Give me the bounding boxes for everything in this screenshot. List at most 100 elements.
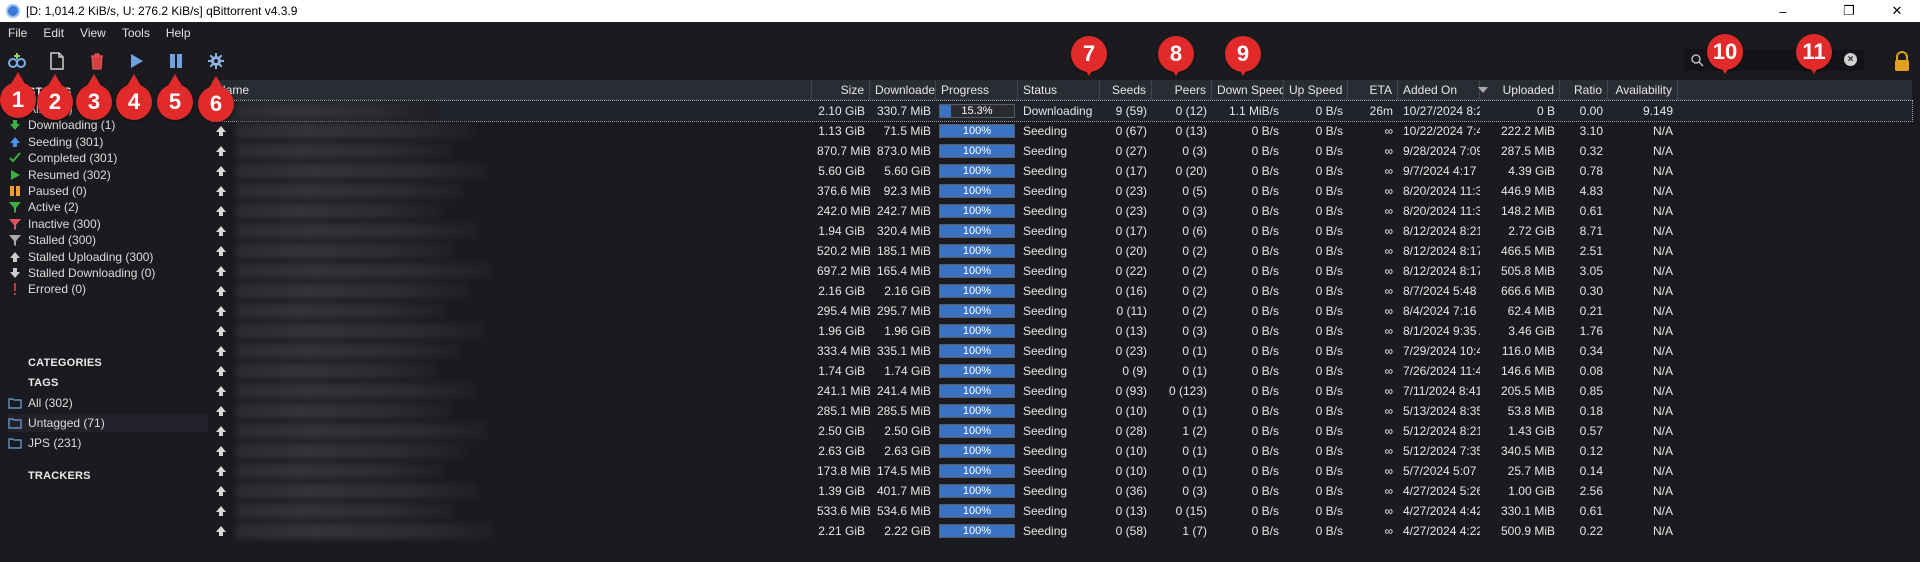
progress-label: 100% [962, 165, 992, 177]
add-torrent-file-button[interactable] [44, 48, 70, 74]
sidebar-item-status[interactable]: Stalled (300) [8, 231, 208, 249]
cell-status: Seeding [1023, 284, 1068, 298]
menu-file[interactable]: File [0, 26, 35, 40]
table-row[interactable]: 2.21 GiB 2.22 GiB 100% Seeding 0 (58) 1 (7) 0 … [212, 521, 1912, 541]
pause-button[interactable] [163, 48, 189, 74]
column-header-size[interactable]: Size [812, 80, 870, 100]
tags-header[interactable]: TAGS [28, 377, 59, 389]
sidebar-item-tag[interactable]: Untagged (71) [8, 414, 208, 432]
cell-downloaded: 92.3 MiB [883, 184, 931, 198]
table-row[interactable]: 870.7 MiB 873.0 MiB 100% Seeding 0 (27) 0 (3)… [212, 141, 1912, 161]
cell-status: Seeding [1023, 364, 1068, 378]
column-header-name[interactable]: Name [212, 80, 812, 100]
table-row[interactable]: 2.16 GiB 2.16 GiB 100% Seeding 0 (16) 0 (2) 0 … [212, 281, 1912, 301]
sidebar-item-tag[interactable]: All (302) [8, 394, 208, 412]
table-row[interactable]: 2.10 GiB 330.7 MiB 15.3% Downloading 9 (59) 0… [211, 100, 1913, 122]
column-header-seeds[interactable]: Seeds [1100, 80, 1152, 100]
column-header-status[interactable]: Status [1018, 80, 1100, 100]
table-row[interactable]: 1.39 GiB 401.7 MiB 100% Seeding 0 (36) 0 (3) 0… [212, 481, 1912, 501]
menu-help[interactable]: Help [158, 26, 199, 40]
table-row[interactable]: 1.96 GiB 1.96 GiB 100% Seeding 0 (13) 0 (3) 0 … [212, 321, 1912, 341]
sidebar-item-tag[interactable]: JPS (231) [8, 434, 208, 452]
sidebar-item-label: Paused (0) [28, 184, 87, 198]
sidebar-item-status[interactable]: Seeding (301) [8, 133, 208, 151]
progress-bar: 100% [939, 524, 1015, 538]
cell-ratio: 1.76 [1579, 324, 1603, 338]
add-torrent-link-button[interactable] [4, 48, 30, 74]
sidebar-item-status[interactable]: Completed (301) [8, 149, 208, 167]
delete-button[interactable] [84, 48, 110, 74]
table-row[interactable]: 376.6 MiB 92.3 MiB 100% Seeding 0 (23) 0 (5) 0… [212, 181, 1912, 201]
table-row[interactable]: 1.13 GiB 71.5 MiB 100% Seeding 0 (67) 0 (13) 0… [212, 121, 1912, 141]
cell-downloaded: 285.5 MiB [876, 404, 931, 418]
table-row[interactable]: 1.74 GiB 1.74 GiB 100% Seeding 0 (9) 0 (1) 0 B… [212, 361, 1912, 381]
lock-icon[interactable] [1892, 50, 1912, 72]
resume-button[interactable] [123, 48, 149, 74]
sidebar-item-status[interactable]: Errored (0) [8, 280, 208, 298]
sidebar-item-status[interactable]: Active (2) [8, 198, 208, 216]
table-row[interactable]: 2.63 GiB 2.63 GiB 100% Seeding 0 (10) 0 (1) 0 … [212, 441, 1912, 461]
sidebar-item-status[interactable]: Resumed (302) [8, 166, 208, 184]
seeding-icon [214, 144, 228, 158]
annotation-badge: 9 [1225, 36, 1261, 76]
column-header-progress[interactable]: Progress [936, 80, 1018, 100]
categories-header[interactable]: CATEGORIES [28, 357, 102, 369]
cell-up: 0 B/s [1315, 284, 1343, 298]
annotation-badge: 3 [76, 74, 112, 120]
close-icon[interactable]: ✕ [1874, 0, 1920, 22]
table-row[interactable]: 285.1 MiB 285.5 MiB 100% Seeding 0 (10) 0 (1)… [212, 401, 1912, 421]
sidebar-item-status[interactable]: Stalled Uploading (300) [8, 248, 208, 266]
column-header-peers[interactable]: Peers [1152, 80, 1212, 100]
cell-eta: ∞ [1384, 464, 1393, 478]
column-header-added-on[interactable]: Added On [1398, 80, 1480, 100]
cell-down: 0 B/s [1251, 224, 1279, 238]
sidebar-item-status[interactable]: Paused (0) [8, 182, 208, 200]
column-header-down-speed[interactable]: Down Speed [1212, 80, 1284, 100]
cell-added: 8/20/2024 11:36... [1403, 184, 1480, 198]
sidebar-item-status[interactable]: Inactive (300) [8, 215, 208, 233]
table-row[interactable]: 5.60 GiB 5.60 GiB 100% Seeding 0 (17) 0 (20) 0… [212, 161, 1912, 181]
table-row[interactable]: 333.4 MiB 335.1 MiB 100% Seeding 0 (23) 0 (1)… [212, 341, 1912, 361]
cell-peers: 0 (3) [1182, 204, 1207, 218]
seeding-icon [214, 484, 228, 498]
table-row[interactable]: 295.4 MiB 295.7 MiB 100% Seeding 0 (11) 0 (2)… [212, 301, 1912, 321]
cell-peers: 0 (2) [1182, 244, 1207, 258]
cell-size: 870.7 MiB [817, 144, 870, 158]
check-icon [8, 151, 22, 165]
cell-ratio: 0.85 [1579, 384, 1603, 398]
menu-edit[interactable]: Edit [35, 26, 72, 40]
cell-downloaded: 2.16 GiB [884, 284, 931, 298]
cell-ratio: 0.18 [1579, 404, 1603, 418]
options-button[interactable] [203, 48, 229, 74]
cell-added: 7/26/2024 11:44... [1403, 364, 1480, 378]
cell-status: Seeding [1023, 484, 1068, 498]
column-header-up-speed[interactable]: Up Speed [1284, 80, 1348, 100]
trackers-header[interactable]: TRACKERS [28, 470, 91, 482]
column-header-ratio[interactable]: Ratio [1560, 80, 1608, 100]
progress-label: 100% [962, 485, 992, 497]
menu-tools[interactable]: Tools [114, 26, 158, 40]
cell-added: 8/12/2024 8:17 ... [1403, 244, 1480, 258]
menu-view[interactable]: View [72, 26, 114, 40]
cell-status: Seeding [1023, 224, 1068, 238]
table-row[interactable]: 697.2 MiB 165.4 MiB 100% Seeding 0 (22) 0 (2)… [212, 261, 1912, 281]
restore-icon[interactable]: ❐ [1826, 0, 1872, 22]
minimize-icon[interactable]: – [1760, 0, 1806, 22]
cell-peers: 0 (1) [1182, 404, 1207, 418]
column-header-downloaded[interactable]: Downloaded [870, 80, 936, 100]
table-row[interactable]: 520.2 MiB 185.1 MiB 100% Seeding 0 (20) 0 (2)… [212, 241, 1912, 261]
clear-search-icon[interactable]: × [1844, 53, 1857, 66]
column-header-uploaded[interactable]: Uploaded [1480, 80, 1560, 100]
table-row[interactable]: 173.8 MiB 174.5 MiB 100% Seeding 0 (10) 0 (1)… [212, 461, 1912, 481]
cell-added: 5/13/2024 8:35 ... [1403, 404, 1480, 418]
cell-size: 2.50 GiB [818, 424, 865, 438]
column-header-eta[interactable]: ETA [1348, 80, 1398, 100]
cell-up: 0 B/s [1315, 444, 1343, 458]
table-row[interactable]: 1.94 GiB 320.4 MiB 100% Seeding 0 (17) 0 (6) 0… [212, 221, 1912, 241]
sidebar-item-status[interactable]: Stalled Downloading (0) [8, 264, 208, 282]
column-header-availability[interactable]: Availability [1608, 80, 1678, 100]
table-row[interactable]: 242.0 MiB 242.7 MiB 100% Seeding 0 (23) 0 (3)… [212, 201, 1912, 221]
table-row[interactable]: 241.1 MiB 241.4 MiB 100% Seeding 0 (93) 0 (12… [212, 381, 1912, 401]
table-row[interactable]: 2.50 GiB 2.50 GiB 100% Seeding 0 (28) 1 (2) 0 … [212, 421, 1912, 441]
table-row[interactable]: 533.6 MiB 534.6 MiB 100% Seeding 0 (13) 0 (15… [212, 501, 1912, 521]
